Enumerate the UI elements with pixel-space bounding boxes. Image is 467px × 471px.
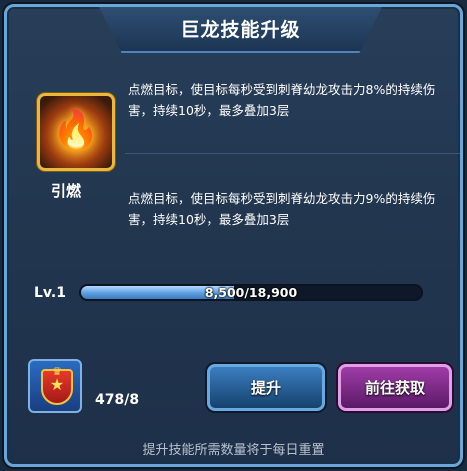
shield-icon: ♛ ★ — [41, 365, 73, 405]
progress-text: 8,500/18,900 — [204, 285, 298, 300]
progress-bar: 8,500/18,900 — [79, 284, 423, 301]
upgrade-button[interactable]: 提升 — [207, 364, 325, 411]
next-effect-text: 点燃目标，使目标每秒受到刺脊幼龙攻击力9%的持续伤害，持续10秒，最多叠加3层 — [128, 191, 436, 227]
item-count: 478/8 — [95, 392, 140, 408]
go-obtain-button[interactable]: 前往获取 — [338, 364, 452, 411]
skill-name: 引燃 — [51, 182, 82, 200]
skill-upgrade-panel: 巨龙技能升级 🔥 引燃 点燃目标，使目标每秒受到刺脊幼龙攻击力8%的持续伤害，持… — [4, 4, 463, 467]
reset-note: 提升技能所需数量将于每日重置 — [142, 443, 325, 458]
star-shield-badge-icon[interactable]: ♛ ★ — [28, 359, 82, 413]
flame-icon: 🔥 — [52, 107, 100, 152]
star-icon: ★ — [49, 375, 65, 394]
level-label: Lv.1 — [34, 285, 66, 301]
current-effect-text: 点燃目标，使目标每秒受到刺脊幼龙攻击力8%的持续伤害，持续10秒，最多叠加3层 — [128, 82, 436, 118]
effect-divider — [125, 153, 460, 154]
fire-brazier-icon: 🔥 — [37, 93, 115, 171]
panel-title: 巨龙技能升级 — [180, 19, 301, 41]
